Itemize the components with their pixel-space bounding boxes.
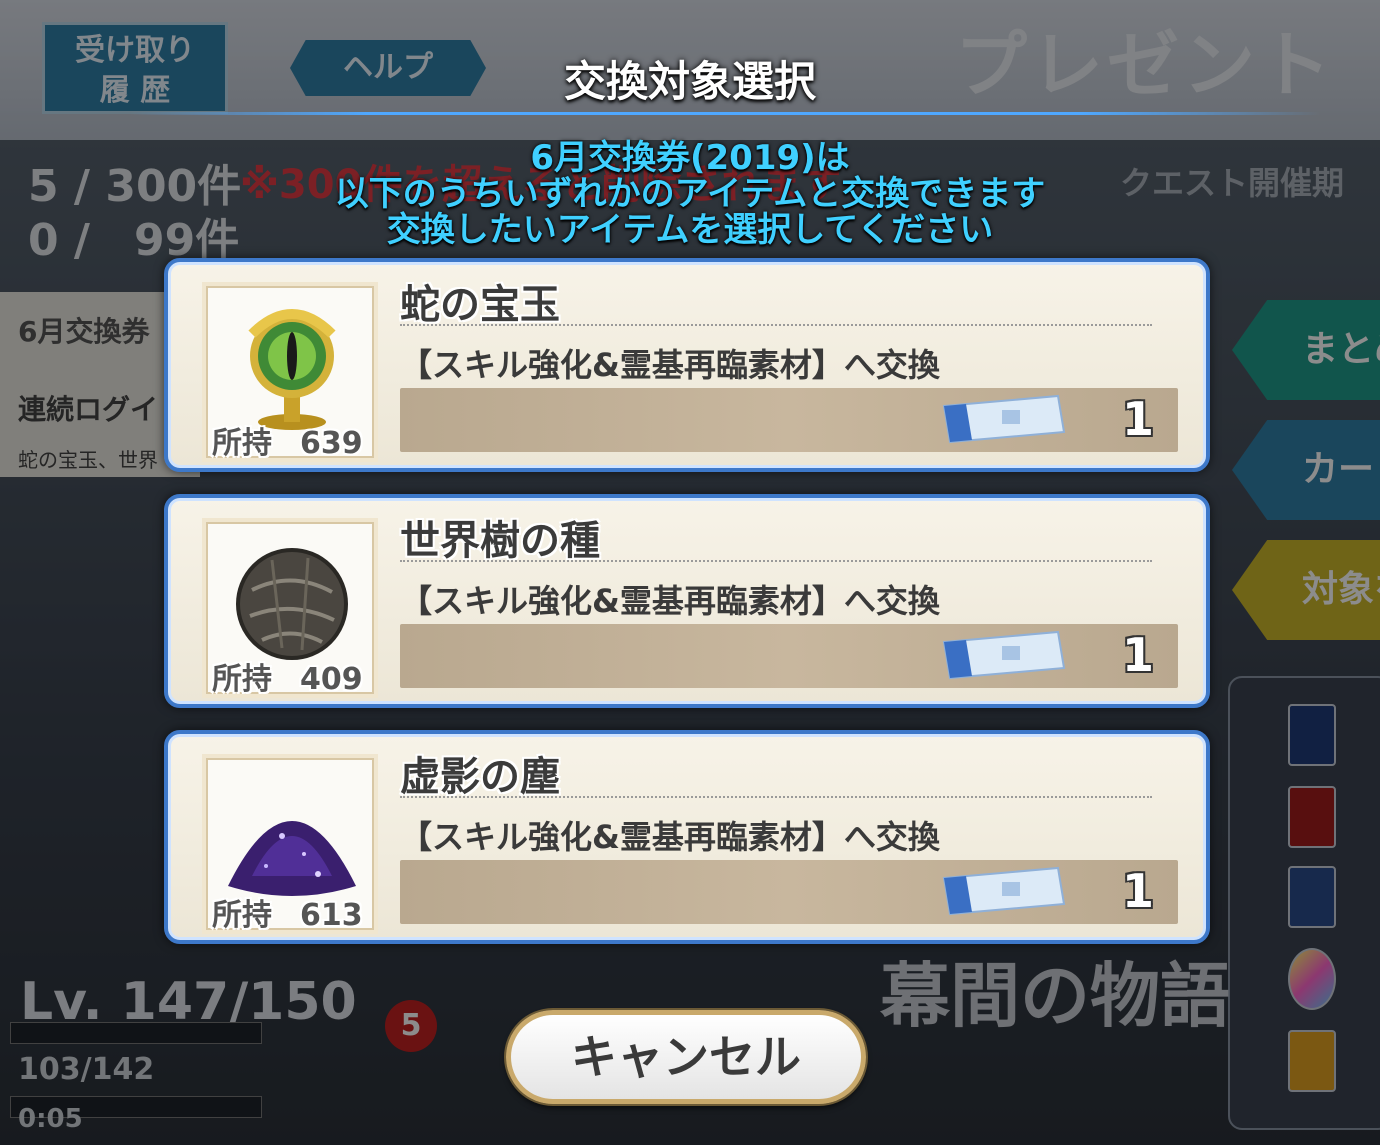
item-name: 虚影の塵: [400, 753, 560, 800]
ap-text: 103/142: [18, 1052, 155, 1087]
owned-count: 所持 639: [212, 426, 363, 461]
dotted-divider: [400, 796, 1152, 798]
dotted-divider: [400, 560, 1152, 562]
blue-card-icon: [1288, 704, 1336, 766]
serpent-jewel-icon: [248, 309, 336, 430]
title-divider: [130, 112, 1320, 115]
star-icon: [1288, 948, 1336, 1010]
cost-amount: 1: [1121, 628, 1154, 682]
cost-bar: 1: [400, 860, 1178, 924]
item-category: 【スキル強化&霊基再臨素材】へ交換: [400, 346, 940, 384]
cost-amount: 1: [1121, 392, 1154, 446]
cancel-button[interactable]: キャンセル: [506, 1010, 866, 1104]
exchange-ticket-icon: [942, 866, 1066, 916]
exchange-ticket-icon: [942, 630, 1066, 680]
interlude-banner: 幕間の物語: [880, 954, 1230, 1037]
cost-bar: 1: [400, 624, 1178, 688]
exchange-option-phantasmal-dust[interactable]: 所持 613 虚影の塵 【スキル強化&霊基再臨素材】へ交換 1: [164, 730, 1210, 944]
blue-card-icon-2: [1288, 866, 1336, 928]
exchange-ticket-icon: [942, 394, 1066, 444]
red-card-icon: [1288, 786, 1336, 848]
item-category: 【スキル強化&霊基再臨素材】へ交換: [400, 582, 940, 620]
dialog-title: 交換対象選択: [563, 57, 816, 106]
cube-icon: [1288, 1030, 1336, 1092]
badge-count: 5: [385, 1000, 437, 1052]
owned-count: 所持 409: [212, 662, 363, 697]
present-list-subtitle: 連続ログイ: [18, 393, 159, 426]
exchange-option-serpent-jewel[interactable]: 所持 639 蛇の宝玉 【スキル強化&霊基再臨素材】へ交換 1: [164, 258, 1210, 472]
yggdrasil-seed-icon: [236, 548, 348, 660]
present-list-title: 6月交換券: [18, 315, 150, 348]
owned-count: 所持 613: [212, 898, 363, 933]
item-category: 【スキル強化&霊基再臨素材】へ交換: [400, 818, 940, 856]
timer-text: 0:05: [18, 1104, 83, 1134]
cost-bar: 1: [400, 388, 1178, 452]
item-thumbnail: 所持 409: [206, 522, 374, 697]
dotted-divider: [400, 324, 1152, 326]
present-list-detail: 蛇の宝玉、世界: [18, 448, 158, 472]
description-line-3: 交換したいアイテムを選択してください: [386, 210, 994, 250]
cost-amount: 1: [1121, 864, 1154, 918]
item-thumbnail: 所持 613: [206, 758, 374, 933]
item-name: 世界樹の種: [400, 517, 600, 564]
exchange-option-yggdrasil-seed[interactable]: 所持 409 世界樹の種 【スキル強化&霊基再臨素材】へ交換 1: [164, 494, 1210, 708]
item-name: 蛇の宝玉: [400, 281, 560, 328]
exp-bar: [10, 1022, 262, 1044]
phantasmal-dust-icon: [228, 821, 356, 896]
item-thumbnail: 所持 639: [206, 286, 374, 461]
